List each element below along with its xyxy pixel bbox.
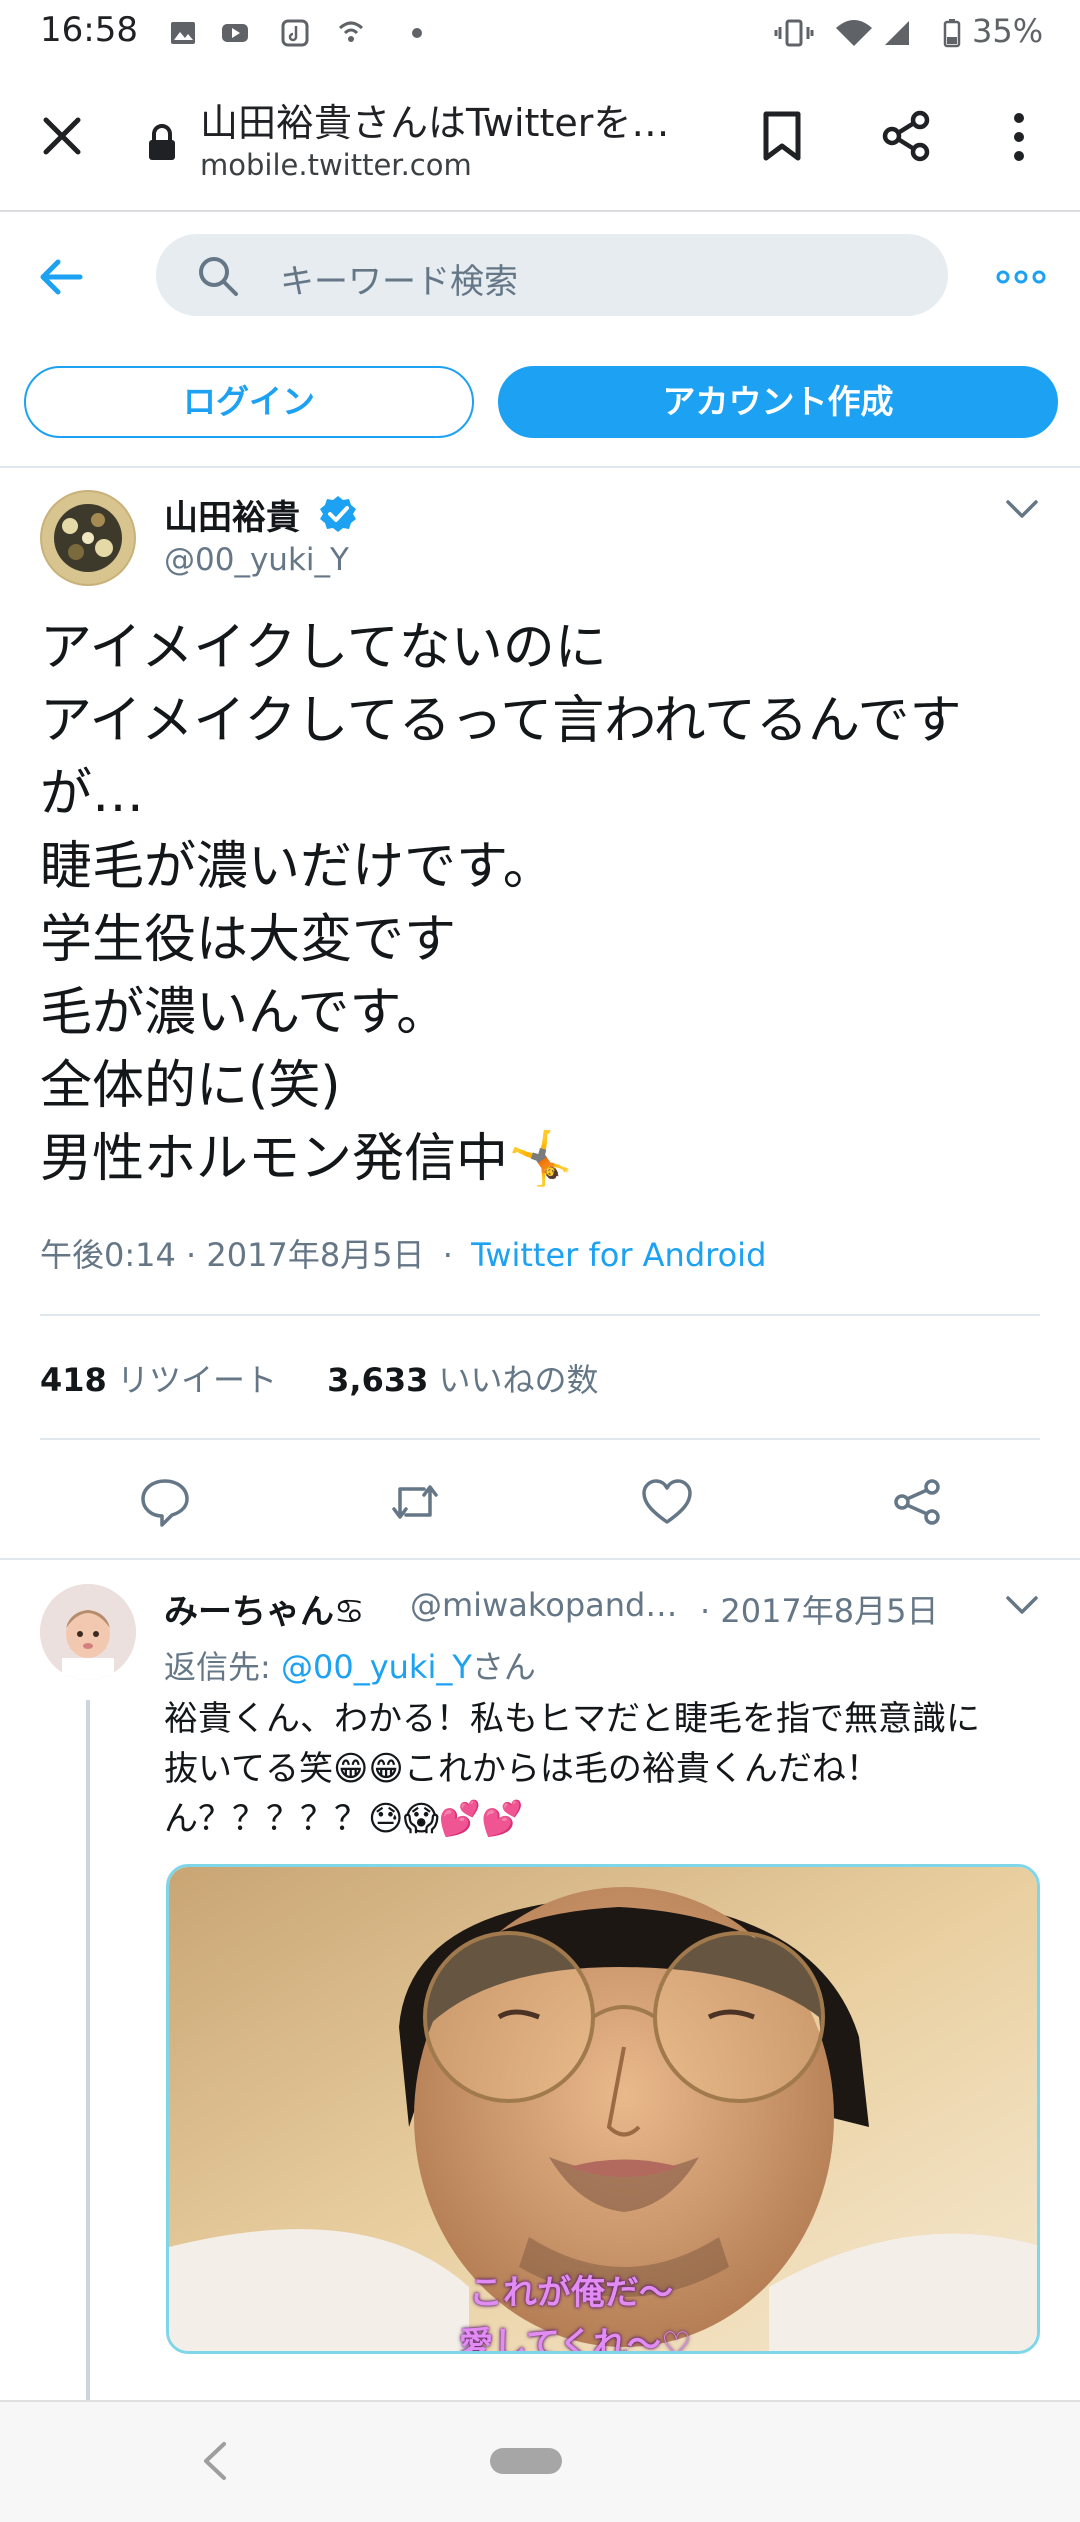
tweet-time[interactable]: 午後0:14 · 2017年8月5日 [40,1236,425,1274]
page-title[interactable]: 山田裕貴さんはTwitterを… [200,92,669,147]
reply-photo[interactable]: これが俺だ〜 愛してくれ〜♡ [166,1864,1040,2354]
tweet-stats: 418 リツイート 3,633 いいねの数 [40,1355,599,1401]
author-handle[interactable]: @00_yuki_Y [164,542,349,578]
gallery-notification-icon [171,22,195,44]
verified-icon [320,496,356,532]
photo-caption-line-1: これが俺だ〜 [469,2273,673,2313]
retweet-label: リツイート [116,1361,277,1399]
login-button[interactable]: ログイン [24,366,474,438]
reply-author-handle[interactable]: @miwakopand… [410,1586,677,1624]
like-stat[interactable]: 3,633 いいねの数 [327,1361,598,1399]
divider [0,466,1080,468]
reply-date[interactable]: · 2017年8月5日 [700,1586,939,1632]
search-header: キーワード検索 [0,212,1080,342]
youtube-notification-icon [222,24,248,42]
retweet-count: 418 [40,1361,107,1399]
bookmark-icon[interactable] [760,110,804,162]
reply-chevron-down-icon[interactable] [1004,1594,1040,1618]
reply-to-handle[interactable]: @00_yuki_Y [281,1648,472,1686]
search-icon [199,257,238,296]
divider [40,1314,1040,1316]
like-count: 3,633 [327,1361,429,1399]
like-icon[interactable] [640,1475,694,1529]
browser-toolbar: 山田裕貴さんはTwitterを… mobile.twitter.com [0,66,1080,212]
photo-caption-line-2: 愛してくれ〜♡ [459,2325,692,2354]
signup-button[interactable]: アカウント作成 [498,366,1058,438]
dot-icon [412,28,422,38]
reply-to-line: 返信先: @00_yuki_Yさん [164,1642,536,1688]
share-icon[interactable] [880,110,932,162]
reply-to-prefix: 返信先: [164,1648,281,1686]
battery-icon [943,19,961,48]
system-nav-bar [0,2400,1080,2522]
author-avatar[interactable] [40,490,136,586]
vibrate-icon [774,19,814,47]
tiktok-notification-icon [281,19,309,47]
reply-text: 裕貴くん、わかる！私もヒマだと睫毛を指で無意識に 抜いてる笑😁😁これからは毛の裕… [164,1699,980,1839]
share-tweet-icon[interactable] [890,1475,944,1529]
divider [40,1438,1040,1440]
status-bar: 16:58 35% [0,0,1080,66]
more-vert-icon[interactable] [1004,110,1034,164]
signal-icon [885,21,909,45]
divider [0,1558,1080,1560]
wifi-icon [836,20,872,46]
reply-to-suffix: さん [471,1648,536,1686]
reply-author-name[interactable]: みーちゃん♋ [164,1584,364,1633]
back-arrow-icon[interactable] [38,258,84,296]
search-box[interactable]: キーワード検索 [156,234,948,316]
close-icon[interactable] [40,114,84,158]
retweet-stat[interactable]: 418 リツイート [40,1361,277,1399]
author-name[interactable]: 山田裕貴 [164,490,300,539]
reply-author-avatar[interactable] [40,1584,136,1680]
page-url[interactable]: mobile.twitter.com [200,148,472,182]
home-pill-icon[interactable] [490,2448,562,2474]
like-label: いいねの数 [438,1361,599,1399]
lock-icon [149,124,175,160]
tweet-meta: 午後0:14 · 2017年8月5日 · Twitter for Android [40,1230,766,1276]
retweet-icon[interactable] [388,1475,442,1529]
battery-percent: 35% [972,12,1044,50]
search-input[interactable]: キーワード検索 [280,254,518,303]
reply-icon[interactable] [138,1475,192,1529]
tweet-source[interactable]: Twitter for Android [471,1236,766,1274]
tweet-text: アイメイクしてないのに アイメイクしてるって言われてるんです が… 睫毛が濃いだ… [40,618,962,1189]
status-time: 16:58 [40,10,138,50]
wifi-call-notification-icon [338,21,364,42]
more-horiz-icon[interactable] [996,266,1046,288]
meta-separator: · [442,1236,453,1274]
chevron-down-icon[interactable] [1004,498,1040,522]
thread-line [86,1700,90,2400]
nav-back-icon[interactable] [200,2440,230,2482]
